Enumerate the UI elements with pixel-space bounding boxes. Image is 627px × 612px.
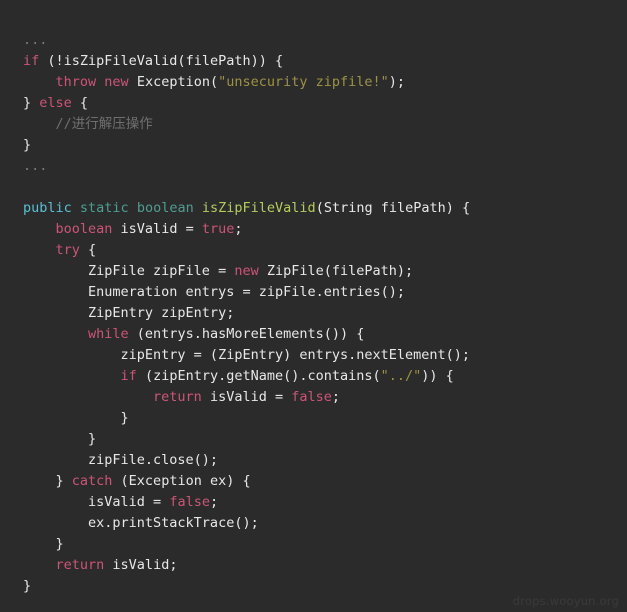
code-token: )) { <box>421 368 454 384</box>
code-token: if <box>23 53 40 69</box>
code-line: ex.printStackTrace(); <box>23 513 627 534</box>
code-token: false <box>169 494 210 510</box>
code-line: ZipFile zipFile = new ZipFile(filePath); <box>23 261 627 282</box>
code-line: zipFile.close(); <box>23 450 627 471</box>
code-line: } <box>23 534 627 555</box>
code-token: (Exception ex) { <box>112 473 251 489</box>
code-token: Enumeration entrys = zipFile.entries(); <box>23 284 406 300</box>
code-token: throw <box>55 74 97 90</box>
source-code-block[interactable]: ... if (!isZipFileValid(filePath)) { thr… <box>0 30 627 597</box>
code-token: new <box>234 263 259 279</box>
code-token: catch <box>71 473 113 489</box>
code-token: true <box>201 221 235 237</box>
code-token: { <box>71 95 89 111</box>
code-token: false <box>291 389 332 405</box>
code-token: else <box>39 95 72 111</box>
code-token: ZipEntry zipEntry; <box>23 305 235 321</box>
code-line: ... <box>23 30 627 51</box>
code-token: boolean <box>55 221 113 237</box>
code-token: boolean <box>136 200 194 216</box>
code-token: } <box>23 431 97 447</box>
code-token: while <box>88 326 129 342</box>
code-line: public static boolean isZipFileValid(Str… <box>23 198 627 219</box>
code-token: ex.printStackTrace(); <box>23 515 259 531</box>
code-line: } else { <box>23 93 627 114</box>
code-line: try { <box>23 240 627 261</box>
code-snippet-viewer: ... if (!isZipFileValid(filePath)) { thr… <box>0 0 627 612</box>
code-token: Exception( <box>128 74 219 90</box>
code-token: "unsecurity zipfile!" <box>218 74 389 90</box>
code-line: boolean isValid = true; <box>23 219 627 240</box>
code-token: public <box>23 200 72 216</box>
code-token: if <box>120 368 137 384</box>
code-token: try <box>55 242 80 258</box>
code-token: zipEntry = (ZipEntry) entrys.nextElement… <box>23 347 471 363</box>
code-line: isValid = false; <box>23 492 627 513</box>
code-line: zipEntry = (ZipEntry) entrys.nextElement… <box>23 345 627 366</box>
code-line: ZipEntry zipEntry; <box>23 303 627 324</box>
code-token: { <box>79 242 97 258</box>
code-token: ); <box>388 74 406 90</box>
code-token: //进行解压操作 <box>55 116 153 132</box>
code-token: } <box>23 473 72 489</box>
code-token: ; <box>234 221 243 237</box>
code-line: } <box>23 135 627 156</box>
code-token: (zipEntry.getName().contains( <box>136 368 381 384</box>
code-token: } <box>23 536 64 552</box>
code-token: ; <box>331 389 341 405</box>
code-line: if (!isZipFileValid(filePath)) { <box>23 51 627 72</box>
code-token: ZipFile zipFile = <box>23 263 235 279</box>
code-token: } <box>23 137 32 153</box>
code-token: (String filePath) { <box>315 200 471 216</box>
code-token: isValid; <box>104 557 178 573</box>
code-token: ... <box>23 32 48 48</box>
code-line: return isValid = false; <box>23 387 627 408</box>
code-line: } <box>23 429 627 450</box>
code-line: ... <box>23 156 627 177</box>
code-token: } <box>23 410 129 426</box>
code-token: ZipFile(filePath); <box>258 263 414 279</box>
code-token: zipFile.close(); <box>23 452 219 468</box>
code-line: //进行解压操作 <box>23 114 627 135</box>
code-line: } catch (Exception ex) { <box>23 471 627 492</box>
code-token: ... <box>23 158 48 174</box>
watermark-text: drops.wooyun.org <box>512 594 619 608</box>
code-line: throw new Exception("unsecurity zipfile!… <box>23 72 627 93</box>
code-token: isZipFileValid <box>201 200 316 216</box>
code-token: static <box>79 200 129 216</box>
code-token: return <box>153 389 202 405</box>
code-token: new <box>104 74 129 90</box>
code-token: ; <box>209 494 219 510</box>
code-token: isValid = <box>23 494 170 510</box>
code-token: isValid = <box>201 389 292 405</box>
code-line: return isValid; <box>23 555 627 576</box>
code-line: } <box>23 408 627 429</box>
code-line: if (zipEntry.getName().contains("../")) … <box>23 366 627 387</box>
code-token: return <box>55 557 105 573</box>
code-line: while (entrys.hasMoreElements()) { <box>23 324 627 345</box>
code-token: (!isZipFileValid(filePath)) { <box>39 53 284 69</box>
code-token: isValid = <box>112 221 202 237</box>
code-token: } <box>23 578 32 594</box>
code-token: (entrys.hasMoreElements()) { <box>128 326 365 342</box>
code-token: "../" <box>380 368 422 384</box>
code-token: } <box>23 95 40 111</box>
code-line: Enumeration entrys = zipFile.entries(); <box>23 282 627 303</box>
